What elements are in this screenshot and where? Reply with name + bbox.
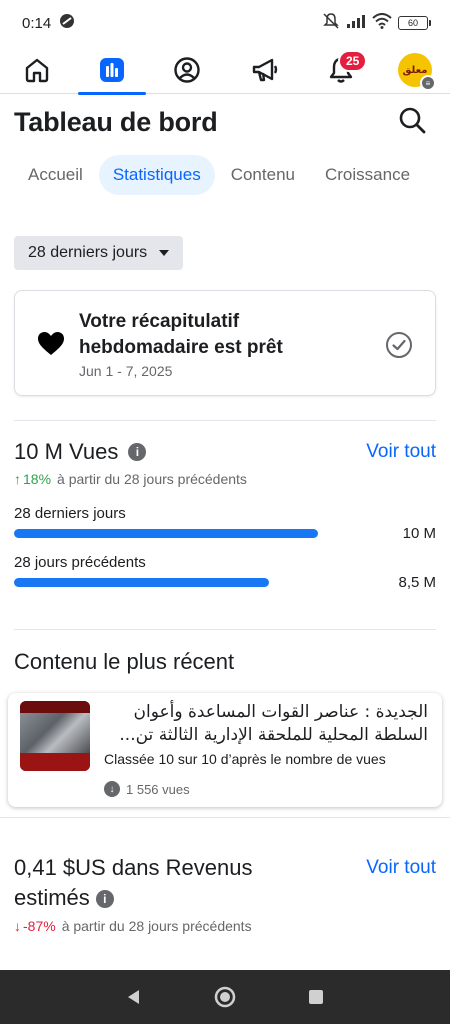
bar-current-fill — [14, 529, 318, 538]
profile-icon — [174, 57, 200, 83]
menu-icon: ≡ — [420, 75, 436, 91]
views-delta-text: à partir du 28 jours précédents — [57, 471, 247, 487]
bar-previous-fill — [14, 578, 270, 587]
search-icon — [399, 107, 426, 134]
home-icon — [25, 58, 49, 83]
recent-content-heading: Contenu le plus récent — [14, 649, 235, 674]
recap-title: Votre récapitulatif hebdomadaire est prê… — [79, 311, 283, 358]
revenue-delta: ↓ -87% à partir du 28 jours précédents — [14, 918, 252, 934]
bar-current — [14, 529, 318, 538]
heart-icon — [38, 332, 64, 355]
bar-label-current: 28 derniers jours — [14, 505, 126, 522]
caret-down-icon — [159, 250, 170, 256]
arrow-up-icon: ↑ — [14, 471, 21, 487]
avatar: معلق ≡ — [398, 53, 436, 91]
tab-bar: Accueil Statistiques Contenu Croissance — [14, 154, 426, 196]
arrow-down-circle-icon: ↓ — [104, 781, 120, 797]
post-views-count: 1 556 vues — [126, 781, 190, 797]
home-circle-icon[interactable] — [214, 986, 236, 1008]
avatar-text: معلق — [402, 64, 428, 76]
recents-icon[interactable] — [307, 988, 325, 1006]
battery-icon: 60 — [398, 16, 431, 30]
revenue-see-all-link[interactable]: Voir tout — [366, 857, 436, 879]
views-delta-pct: 18% — [23, 471, 52, 487]
dashboard-icon — [100, 58, 124, 82]
status-bar: 0:14 60 — [0, 0, 450, 46]
weekly-recap-card[interactable]: Votre récapitulatif hebdomadaire est prê… — [14, 290, 436, 396]
system-navigation-bar — [0, 970, 450, 1024]
mute-icon — [322, 12, 340, 34]
info-icon[interactable]: i — [128, 443, 147, 461]
views-total: 10 M Vues — [14, 439, 119, 464]
search-button[interactable] — [396, 104, 428, 136]
post-text: الجديدة : عناصر القوات المساعدة وأعوان ا… — [119, 702, 428, 745]
recap-dates: Jun 1 - 7, 2025 — [79, 363, 173, 379]
revenue-total: 0,41 $US dans Revenus estimés — [14, 855, 253, 910]
nav-account-menu[interactable]: معلق ≡ — [392, 46, 438, 94]
arrow-down-icon: ↓ — [14, 918, 21, 934]
bar-value-previous: 8,5 M — [398, 574, 436, 591]
divider — [14, 629, 436, 630]
nav-dashboard[interactable] — [78, 46, 146, 95]
revenue-delta-pct: -87% — [23, 918, 56, 934]
post-thumbnail — [20, 701, 90, 771]
bar-value-current: 10 M — [402, 525, 436, 542]
views-see-all-link[interactable]: Voir tout — [366, 441, 436, 463]
status-time: 0:14 — [22, 14, 52, 32]
date-range-label: 28 derniers jours — [28, 244, 148, 261]
revenue-delta-text: à partir du 28 jours précédents — [61, 918, 252, 934]
divider — [0, 817, 450, 818]
tab-statistics[interactable]: Statistiques — [98, 155, 215, 195]
bar-label-previous: 28 jours précédents — [14, 554, 146, 571]
date-range-dropdown[interactable]: 28 derniers jours — [14, 236, 184, 270]
check-circle-icon — [386, 332, 412, 358]
notification-badge: 25 — [338, 50, 368, 72]
info-icon[interactable]: i — [95, 890, 114, 909]
tab-growth[interactable]: Croissance — [311, 155, 424, 195]
views-delta: ↑ 18% à partir du 28 jours précédents — [14, 471, 247, 487]
views-heading: 10 M Vues i — [14, 439, 147, 465]
signal-icon — [346, 14, 366, 32]
wifi-icon — [372, 13, 392, 33]
nav-home[interactable] — [14, 46, 60, 94]
app-status-icon — [59, 13, 75, 33]
megaphone-icon — [252, 58, 278, 82]
tab-home[interactable]: Accueil — [14, 155, 97, 195]
back-icon[interactable] — [125, 988, 143, 1006]
nav-ads[interactable] — [242, 46, 288, 94]
nav-profile[interactable] — [164, 46, 210, 94]
top-navigation: 25 معلق ≡ — [0, 46, 450, 95]
page-title: Tableau de bord — [14, 107, 218, 137]
revenue-heading: 0,41 $US dans Revenus estimés i — [14, 853, 304, 913]
post-rank: Classée 10 sur 10 d’après le nombre de v… — [104, 751, 386, 767]
post-views: ↓ 1 556 vues — [104, 781, 190, 797]
bar-previous — [14, 578, 318, 587]
tab-content[interactable]: Contenu — [217, 155, 309, 195]
recent-post-card[interactable]: الجديدة : عناصر القوات المساعدة وأعوان ا… — [8, 693, 442, 807]
nav-notifications[interactable]: 25 — [318, 46, 368, 94]
divider — [14, 420, 436, 421]
